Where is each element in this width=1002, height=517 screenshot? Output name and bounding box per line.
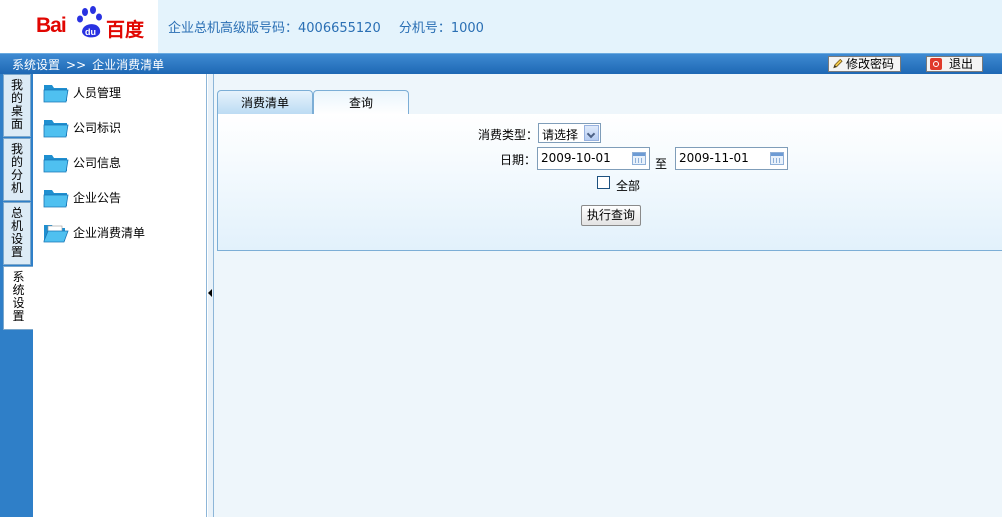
vertical-tabs: 我的桌面 我的分机 总机设置 系统设置 [0, 74, 33, 517]
logo-box: Bai du 百度 [0, 0, 158, 53]
app-header: Bai du 百度 企业总机高级版号码：4006655120 分机号：1000 [0, 0, 1002, 53]
date-from-value: 2009-10-01 [541, 151, 611, 165]
logout-button[interactable]: 退出 [926, 56, 983, 72]
date-from-input[interactable]: 2009-10-01 [537, 147, 650, 170]
baidu-logo: Bai du 百度 [36, 6, 146, 42]
breadcrumb-current: 企业消费清单 [92, 58, 165, 72]
date-to-label: 至 [655, 157, 668, 171]
collapse-arrow-icon[interactable] [208, 289, 212, 297]
sidebar-splitter[interactable] [207, 74, 214, 517]
date-label: 日期： [499, 153, 536, 167]
sidebar-item-label: 公司标识 [73, 120, 122, 135]
vtab-label: 系统设置 [12, 270, 25, 323]
logo-text-du: du [85, 27, 96, 37]
tab-bar: 消费清单 查询 [217, 90, 1002, 115]
breadcrumb-root: 系统设置 [12, 58, 61, 72]
change-password-label: 修改密码 [845, 57, 894, 71]
all-checkbox[interactable] [597, 176, 610, 189]
sidebar-item-staff[interactable]: 人员管理 [43, 78, 121, 106]
sidebar-item-label: 企业消费清单 [73, 225, 146, 240]
nav-bar: 系统设置 >> 企业消费清单 修改密码 退出 [0, 53, 1002, 74]
select-value: 请选择 [542, 128, 579, 142]
folder-icon [43, 85, 69, 103]
execute-query-button[interactable]: 执行查询 [581, 205, 641, 226]
sidebar-item-announcement[interactable]: 企业公告 [43, 183, 121, 211]
extension-text: 分机号：1000 [398, 21, 484, 36]
calendar-icon[interactable] [770, 152, 784, 165]
sidebar-item-company-logo[interactable]: 公司标识 [43, 113, 121, 141]
folder-icon [43, 120, 69, 138]
date-to-input[interactable]: 2009-11-01 [675, 147, 788, 170]
tab-query[interactable]: 查询 [313, 90, 409, 115]
main-content: 消费清单 查询 消费类型： 请选择 日期： 2009-10-01 至 2009-… [214, 74, 1002, 517]
sidebar-item-label: 公司信息 [73, 155, 122, 170]
consumption-type-select[interactable]: 请选择 [538, 123, 601, 143]
open-folder-icon [43, 225, 69, 243]
vtab-my-extension[interactable]: 我的分机 [3, 138, 31, 201]
logout-icon [930, 58, 942, 70]
sidebar-item-consumption-list[interactable]: 企业消费清单 [43, 218, 145, 246]
vtab-label: 总机设置 [11, 206, 24, 259]
folder-icon [43, 155, 69, 173]
logo-text-cn: 百度 [106, 19, 145, 41]
breadcrumb: 系统设置 >> 企业消费清单 [12, 56, 164, 73]
type-label: 消费类型： [477, 128, 538, 142]
folder-icon [43, 190, 69, 208]
logout-label: 退出 [949, 57, 974, 71]
change-password-button[interactable]: 修改密码 [828, 56, 901, 72]
date-to-value: 2009-11-01 [679, 151, 749, 165]
sidebar-item-label: 人员管理 [73, 85, 122, 100]
chevron-down-icon [584, 125, 599, 141]
vtab-switchboard-settings[interactable]: 总机设置 [3, 202, 31, 265]
sidebar-item-label: 企业公告 [73, 190, 122, 205]
query-panel: 消费类型： 请选择 日期： 2009-10-01 至 2009-11-01 全部… [217, 114, 1002, 251]
vtab-label: 我的分机 [11, 142, 24, 195]
breadcrumb-separator: >> [66, 58, 87, 72]
sidebar-item-company-info[interactable]: 公司信息 [43, 148, 121, 176]
all-label: 全部 [616, 179, 641, 193]
calendar-icon[interactable] [632, 152, 646, 165]
vtab-label: 我的桌面 [11, 78, 24, 131]
paw-logo-icon: du [77, 6, 102, 38]
vtab-my-desktop[interactable]: 我的桌面 [3, 74, 31, 137]
logo-text-latin: Bai [36, 14, 67, 37]
pencil-icon [833, 58, 843, 69]
main-number-text: 企业总机高级版号码：4006655120 [168, 21, 381, 36]
tab-consumption-list[interactable]: 消费清单 [217, 90, 313, 114]
account-info: 企业总机高级版号码：4006655120 分机号：1000 [168, 17, 498, 36]
sidebar-menu: 人员管理 公司标识 公司信息 企业公告 企业消费清单 [33, 74, 207, 517]
vtab-system-settings[interactable]: 系统设置 [3, 266, 33, 330]
